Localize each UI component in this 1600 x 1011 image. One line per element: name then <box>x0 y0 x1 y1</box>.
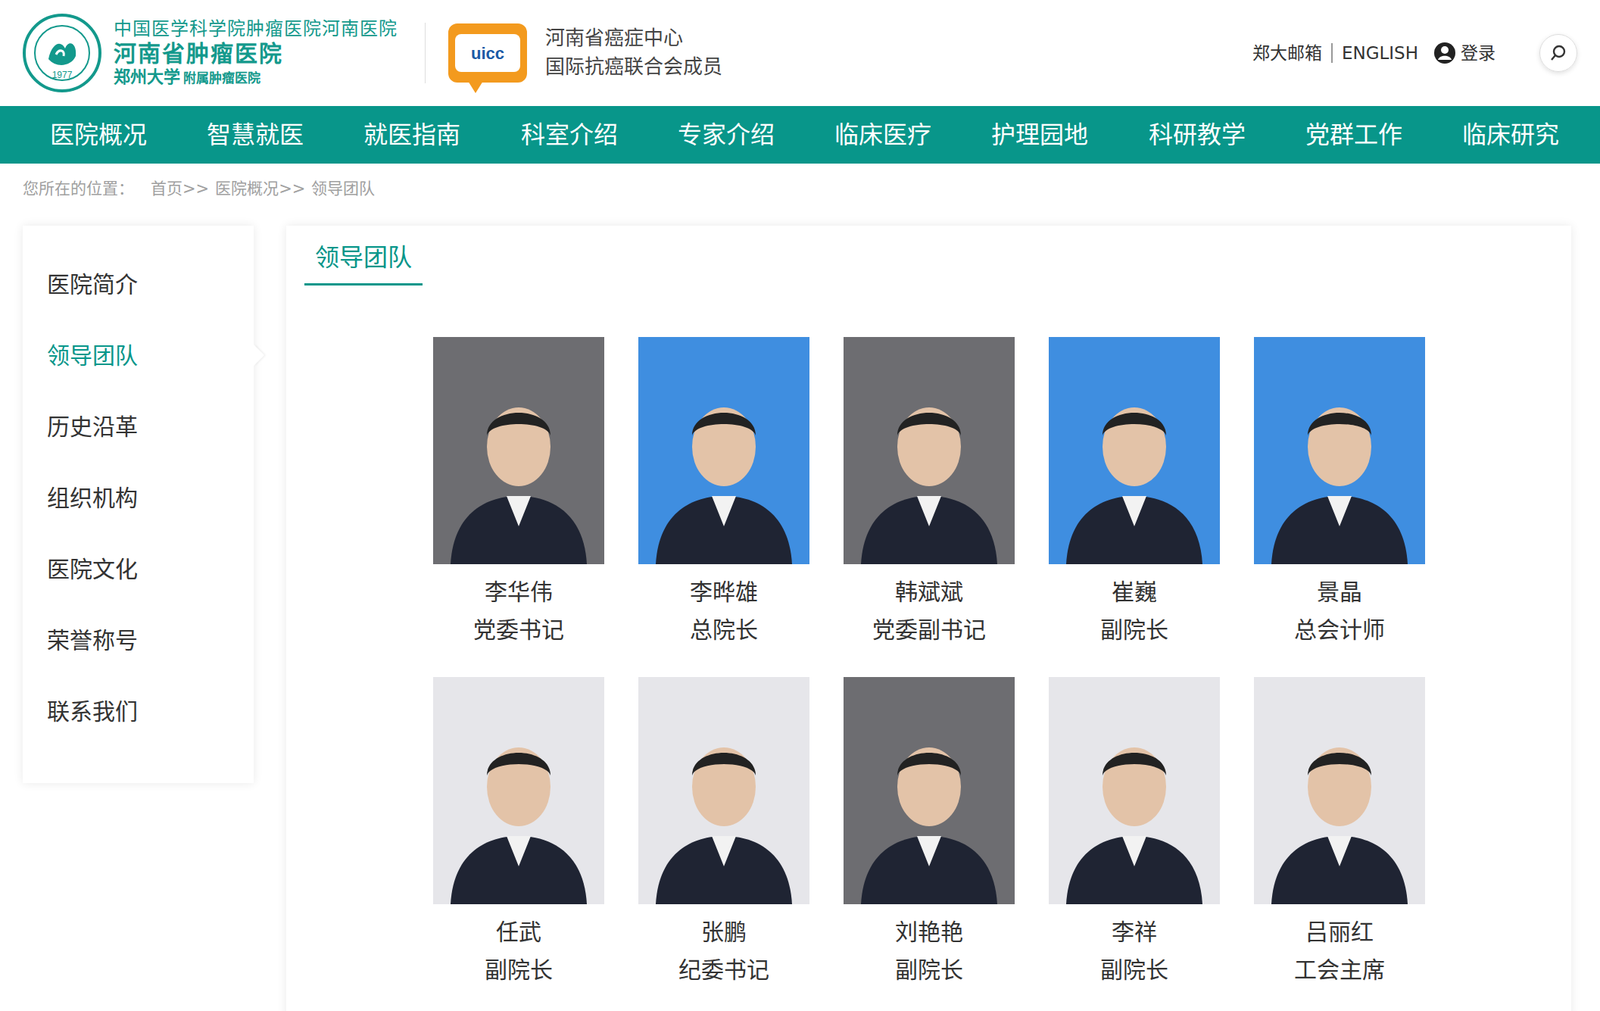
leader-title: 总会计师 <box>1294 611 1385 649</box>
breadcrumb-separator: >> <box>278 177 306 202</box>
sidebar: 医院简介领导团队历史沿革组织机构医院文化荣誉称号联系我们 <box>22 225 254 783</box>
leader-grid: 李华伟党委书记李晔雄总院长韩斌斌党委副书记崔巍副院长景晶总会计师任武副院长张鹏纪… <box>304 336 1554 989</box>
nav-item[interactable]: 临床医疗 <box>834 116 932 153</box>
leader-photo <box>1048 676 1220 905</box>
top-links: 郑大邮箱 ENGLISH 登录 <box>1252 34 1578 72</box>
sidebar-item[interactable]: 荣誉称号 <box>22 604 254 676</box>
leader-photo <box>1048 336 1220 565</box>
uicc-label: uicc <box>455 34 521 72</box>
content-area: 医院简介领导团队历史沿革组织机构医院文化荣誉称号联系我们领导团队李华伟党委书记李… <box>0 225 1600 1011</box>
search-button[interactable] <box>1539 34 1578 72</box>
leader-title: 副院长 <box>484 951 553 989</box>
sidebar-item[interactable]: 组织机构 <box>22 461 254 534</box>
leader-photo <box>433 676 605 905</box>
leader-title: 纪委书记 <box>678 951 770 989</box>
top-link[interactable]: 郑大邮箱 <box>1252 40 1323 67</box>
leader-name: 韩斌斌 <box>895 573 964 612</box>
login-link[interactable]: 登录 <box>1460 40 1496 67</box>
top-link[interactable]: ENGLISH <box>1341 40 1419 67</box>
section-title: 领导团队 <box>304 234 423 286</box>
breadcrumb-item[interactable]: 领导团队 <box>311 177 375 202</box>
logo-university: 郑州大学 <box>113 67 181 87</box>
leader-photo <box>843 336 1015 565</box>
leader-title: 工会主席 <box>1294 951 1385 989</box>
affiliation-line: 河南省癌症中心 <box>545 24 723 54</box>
main-nav: 医院概况 智慧就医 就医指南 科室介绍 专家介绍 临床医疗 护理园地 科研教学 党群工作 临床研究 <box>0 106 1600 164</box>
sidebar-item[interactable]: 历史沿革 <box>22 390 254 462</box>
logo-line: 郑州大学附属肿瘤医院 <box>113 67 398 88</box>
nav-item[interactable]: 党群工作 <box>1305 116 1403 153</box>
leader-name: 李晔雄 <box>689 573 758 612</box>
emblem-year: 1977 <box>25 68 99 82</box>
breadcrumb-item[interactable]: 首页 <box>150 177 183 202</box>
leader-title: 党委副书记 <box>872 611 986 649</box>
breadcrumb-prefix: 您所在的位置： <box>22 177 135 202</box>
logo-affiliate: 附属肿瘤医院 <box>183 71 261 86</box>
leader-card[interactable]: 刘艳艳副院长 <box>843 676 1015 989</box>
leader-card[interactable]: 景晶总会计师 <box>1253 336 1426 649</box>
leader-title: 副院长 <box>895 951 964 989</box>
leader-name: 任武 <box>495 913 542 952</box>
breadcrumb-bar: 您所在的位置：首页>>医院概况>>领导团队 <box>0 163 1600 226</box>
nav-item[interactable]: 智慧就医 <box>206 116 304 153</box>
leader-card[interactable]: 任武副院长 <box>433 676 605 989</box>
nav-item[interactable]: 护理园地 <box>991 116 1089 153</box>
nav-item[interactable]: 临床研究 <box>1462 116 1560 153</box>
leader-card[interactable]: 吕丽红工会主席 <box>1253 676 1426 989</box>
leader-photo <box>843 676 1015 905</box>
nav-item[interactable]: 科室介绍 <box>520 116 618 153</box>
sidebar-item[interactable]: 联系我们 <box>22 675 254 747</box>
leader-card[interactable]: 韩斌斌党委副书记 <box>843 336 1015 649</box>
leader-name: 吕丽红 <box>1305 913 1374 952</box>
breadcrumb-separator: >> <box>182 177 209 202</box>
leader-title: 总院长 <box>689 611 758 649</box>
logo-text: 中国医学科学院肿瘤医院河南医院河南省肿瘤医院郑州大学附属肿瘤医院 <box>113 18 398 88</box>
nav-item[interactable]: 就医指南 <box>363 116 461 153</box>
logo-line: 中国医学科学院肿瘤医院河南医院 <box>113 18 398 41</box>
leader-title: 副院长 <box>1100 951 1169 989</box>
header-divider <box>424 22 426 84</box>
sidebar-item[interactable]: 医院文化 <box>22 533 254 605</box>
leader-card[interactable]: 李祥副院长 <box>1048 676 1220 989</box>
logo-line: 河南省肿瘤医院 <box>113 40 398 68</box>
leader-name: 崔巍 <box>1111 573 1158 612</box>
leader-name: 刘艳艳 <box>895 913 964 952</box>
leader-photo <box>638 676 810 905</box>
leader-title: 副院长 <box>1100 611 1169 649</box>
nav-item[interactable]: 科研教学 <box>1148 116 1246 153</box>
leader-card[interactable]: 李晔雄总院长 <box>638 336 810 649</box>
affiliation: 河南省癌症中心国际抗癌联合会成员 <box>545 24 723 82</box>
leader-name: 李华伟 <box>484 573 553 612</box>
search-icon <box>1549 43 1568 63</box>
leader-name: 张鹏 <box>701 913 747 952</box>
nav-item[interactable]: 专家介绍 <box>677 116 775 153</box>
leader-photo <box>1253 676 1426 905</box>
link-separator <box>1331 43 1333 63</box>
hospital-logo[interactable]: 1977 中国医学科学院肿瘤医院河南医院河南省肿瘤医院郑州大学附属肿瘤医院 <box>22 13 398 93</box>
sidebar-item[interactable]: 医院简介 <box>22 248 254 320</box>
user-icon[interactable] <box>1433 41 1457 65</box>
leader-card[interactable]: 张鹏纪委书记 <box>638 676 810 989</box>
leader-card[interactable]: 李华伟党委书记 <box>433 336 605 649</box>
leader-photo <box>433 336 605 565</box>
leadership-panel: 领导团队李华伟党委书记李晔雄总院长韩斌斌党委副书记崔巍副院长景晶总会计师任武副院… <box>286 225 1572 1011</box>
leader-photo <box>638 336 810 565</box>
breadcrumb-item[interactable]: 医院概况 <box>215 177 279 202</box>
sidebar-item[interactable]: 领导团队 <box>22 319 254 391</box>
uicc-logo: uicc <box>448 23 528 83</box>
leader-photo <box>1253 336 1426 565</box>
nav-item[interactable]: 医院概况 <box>49 116 147 153</box>
leader-title: 党委书记 <box>473 611 565 649</box>
leader-card[interactable]: 崔巍副院长 <box>1048 336 1220 649</box>
affiliation-line: 国际抗癌联合会成员 <box>545 53 723 82</box>
site-header: 1977 中国医学科学院肿瘤医院河南医院河南省肿瘤医院郑州大学附属肿瘤医院 uicc… <box>0 0 1600 107</box>
hospital-emblem-icon: 1977 <box>22 13 102 93</box>
leader-name: 李祥 <box>1111 913 1158 952</box>
leader-name: 景晶 <box>1316 573 1363 612</box>
